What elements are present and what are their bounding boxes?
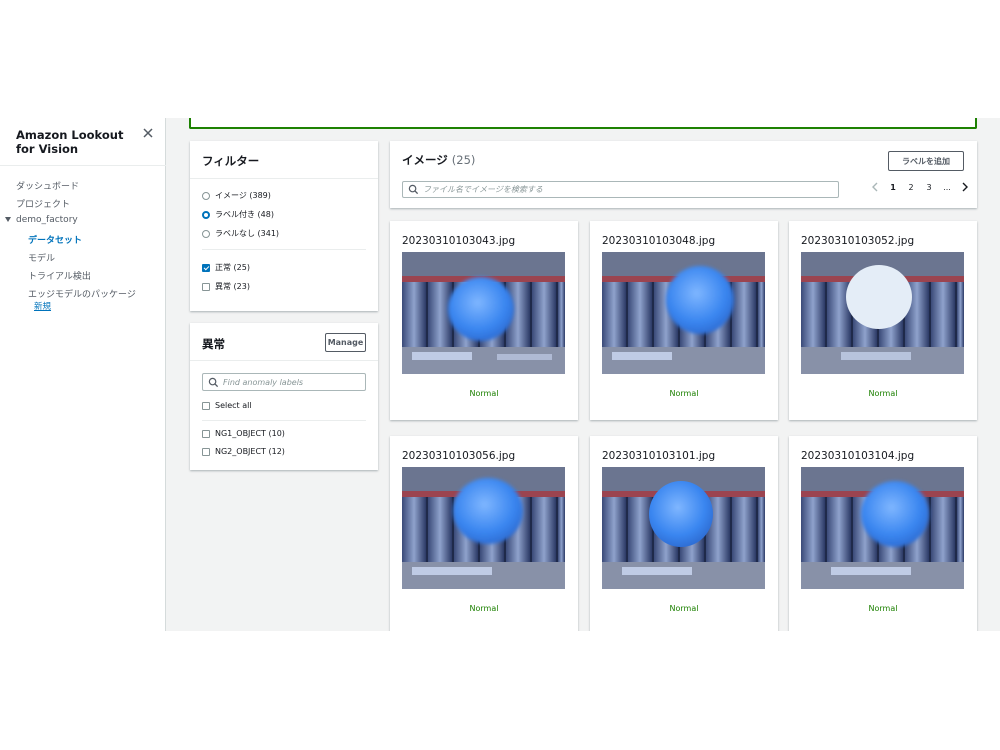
image-card[interactable]: 20230310103104.jpg Normal [789, 436, 977, 631]
radio-label: ラベルなし (341) [215, 229, 280, 238]
radio-selected-icon [202, 210, 210, 219]
image-filename: 20230310103104.jpg [801, 450, 915, 462]
manage-button[interactable]: Manage [325, 333, 366, 352]
anomaly-header: 異常 Manage [190, 323, 378, 361]
image-thumbnail[interactable] [402, 252, 565, 374]
checkbox-anomaly[interactable]: 異常 (23) [202, 281, 250, 292]
image-search [402, 181, 839, 198]
radio-all-images[interactable]: イメージ (389) [202, 190, 271, 201]
image-filename: 20230310103052.jpg [801, 235, 915, 247]
checkbox-label: NG2_OBJECT (12) [215, 447, 285, 456]
filter-title: フィルター [202, 154, 260, 168]
checkbox-label: 異常 (23) [215, 282, 250, 291]
filter-panel: フィルター イメージ (389) ラベル付き (48) ラベルなし (341) … [190, 141, 378, 311]
images-count: (25) [451, 153, 476, 167]
anomaly-search-input[interactable] [223, 377, 365, 387]
checkbox-label: Select all [215, 401, 252, 410]
sidebar-item-project[interactable]: demo_factory [16, 215, 78, 225]
filter-header: フィルター [190, 141, 378, 179]
radio-icon [202, 229, 210, 238]
sidebar-item-edge-packages[interactable]: エッジモデルのパッケージ [28, 287, 136, 300]
caret-down-icon[interactable] [5, 217, 11, 222]
anomaly-search [202, 373, 366, 391]
checkbox-icon [202, 447, 210, 456]
sidebar-item-projects[interactable]: プロジェクト [16, 197, 70, 210]
page-1[interactable]: 1 [884, 183, 902, 192]
sidebar-divider [0, 165, 166, 166]
status-label: Normal [669, 389, 699, 398]
sidebar-item-dashboard[interactable]: ダッシュボード [16, 179, 79, 192]
checkbox-checked-icon [202, 263, 210, 272]
pagination: 1 2 3 ... [866, 182, 974, 192]
checkbox-label: 正常 (25) [215, 263, 250, 272]
checkbox-normal[interactable]: 正常 (25) [202, 262, 250, 273]
image-card[interactable]: 20230310103048.jpg Normal [590, 221, 778, 420]
sidebar-item-trial-detection[interactable]: トライアル検出 [28, 269, 91, 282]
image-search-input[interactable] [423, 185, 838, 194]
image-card[interactable]: 20230310103056.jpg Normal [390, 436, 578, 631]
search-icon [208, 377, 219, 387]
radio-unlabeled[interactable]: ラベルなし (341) [202, 228, 279, 239]
chevron-left-icon[interactable] [866, 182, 884, 192]
status-label: Normal [868, 604, 898, 613]
image-thumbnail[interactable] [402, 467, 565, 589]
close-icon[interactable] [141, 126, 155, 140]
status-label: Normal [669, 604, 699, 613]
image-filename: 20230310103101.jpg [602, 450, 716, 462]
app-frame: Amazon Lookout for Vision ダッシュボード プロジェクト… [0, 118, 1000, 631]
success-banner [189, 118, 977, 129]
divider [202, 420, 366, 421]
image-filename: 20230310103043.jpg [402, 235, 516, 247]
status-label: Normal [469, 604, 499, 613]
checkbox-ng1[interactable]: NG1_OBJECT (10) [202, 429, 285, 438]
sidebar-item-models[interactable]: モデル [28, 251, 55, 264]
checkbox-icon [202, 282, 210, 291]
image-thumbnail[interactable] [801, 467, 964, 589]
page-3[interactable]: 3 [920, 183, 938, 192]
radio-label: ラベル付き (48) [215, 210, 274, 219]
sidebar-item-dataset[interactable]: データセット [28, 233, 82, 246]
sidebar: Amazon Lookout for Vision ダッシュボード プロジェクト… [0, 118, 166, 631]
image-thumbnail[interactable] [801, 252, 964, 374]
divider [202, 249, 366, 250]
checkbox-select-all[interactable]: Select all [202, 401, 252, 410]
app-title: Amazon Lookout for Vision [16, 128, 124, 156]
page-2[interactable]: 2 [902, 183, 920, 192]
image-card[interactable]: 20230310103052.jpg Normal [789, 221, 977, 420]
checkbox-ng2[interactable]: NG2_OBJECT (12) [202, 447, 285, 456]
image-filename: 20230310103048.jpg [602, 235, 716, 247]
status-label: Normal [469, 389, 499, 398]
status-label: Normal [868, 389, 898, 398]
radio-label: イメージ (389) [215, 191, 271, 200]
checkbox-label: NG1_OBJECT (10) [215, 429, 285, 438]
image-thumbnail[interactable] [602, 467, 765, 589]
images-title-text: イメージ [402, 153, 448, 167]
image-card[interactable]: 20230310103043.jpg Normal [390, 221, 578, 420]
images-title: イメージ (25) [402, 152, 475, 168]
checkbox-icon [202, 429, 210, 438]
add-label-button[interactable]: ラベルを追加 [888, 151, 964, 171]
radio-labeled[interactable]: ラベル付き (48) [202, 209, 274, 220]
images-panel: イメージ (25) ラベルを追加 1 2 3 ... [390, 141, 977, 208]
image-card[interactable]: 20230310103101.jpg Normal [590, 436, 778, 631]
checkbox-icon [202, 401, 210, 410]
anomaly-title: 異常 [202, 337, 225, 351]
anomaly-panel: 異常 Manage Select all NG1_OBJECT (10) NG2… [190, 323, 378, 470]
chevron-right-icon[interactable] [956, 182, 974, 192]
page-ellipsis: ... [943, 182, 951, 192]
radio-icon [202, 191, 210, 200]
image-thumbnail[interactable] [602, 252, 765, 374]
image-filename: 20230310103056.jpg [402, 450, 516, 462]
search-icon [408, 184, 419, 195]
new-badge[interactable]: 新規 [34, 300, 51, 312]
